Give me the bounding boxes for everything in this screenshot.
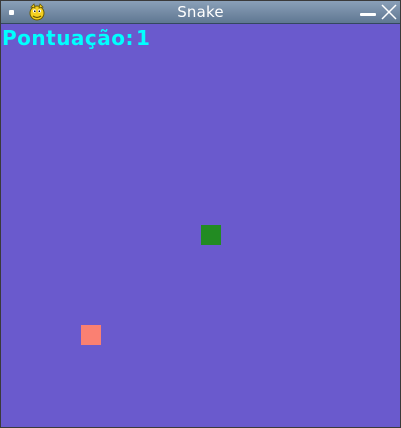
game-board[interactable]: Pontuação: 1 [1,24,400,427]
title-bar[interactable]: Snake [1,1,400,24]
window-title: Snake [177,3,224,21]
score-display: Pontuação: 1 [2,26,150,50]
minimize-button[interactable] [360,13,376,16]
food-item [81,325,101,345]
close-icon[interactable] [380,3,398,21]
score-value: 1 [136,26,151,50]
snake-head [201,225,221,245]
score-label: Pontuação: [2,26,135,50]
game-window: Snake Pontuação: 1 [0,0,401,428]
